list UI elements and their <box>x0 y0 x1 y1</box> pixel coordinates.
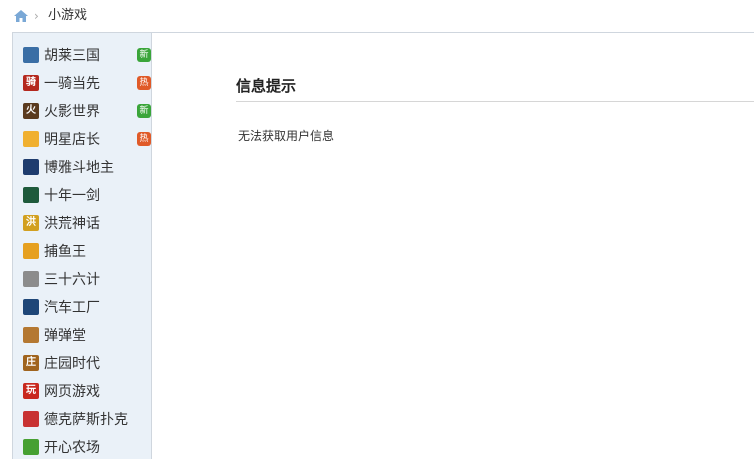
sidebar-item-label: 开心农场 <box>44 440 100 456</box>
sidebar-item[interactable]: 三十六计 <box>23 267 145 291</box>
game-sidebar: 胡莱三国新骑一骑当先热火火影世界新明星店长热博雅斗地主 十年一剑洪洪荒神话 捕鱼王三… <box>12 33 152 459</box>
sidebar-item-label: 十年一剑 <box>44 188 100 204</box>
sidebar-item[interactable]: 玩网页游戏 <box>23 379 145 403</box>
sidebar-item-label: 捕鱼王 <box>44 244 86 260</box>
breadcrumb-separator: › <box>34 9 39 23</box>
hulai-game-icon <box>23 47 39 63</box>
sidebar-item[interactable]: 开心农场 <box>23 435 145 459</box>
badge: 新 <box>137 48 151 62</box>
huoying-game-icon: 火 <box>23 103 39 119</box>
sanshiliuji-game-icon <box>23 271 39 287</box>
shopping-bag-icon <box>23 131 39 147</box>
sidebar-item-label: 弹弹堂 <box>44 328 86 344</box>
sidebar-item-label: 洪荒神话 <box>44 216 100 232</box>
sidebar-item-label: 胡莱三国 <box>44 48 100 64</box>
sidebar-item[interactable]: 德克萨斯扑克 <box>23 407 145 431</box>
sidebar-item[interactable]: 洪洪荒神话 <box>23 211 145 235</box>
sidebar-item[interactable]: 汽车工厂 <box>23 295 145 319</box>
doudizhu-game-icon <box>23 159 39 175</box>
sidebar-item-label: 德克萨斯扑克 <box>44 412 128 428</box>
sidebar-item-label: 火影世界 <box>44 104 100 120</box>
sidebar-item-label: 博雅斗地主 <box>44 160 114 176</box>
sidebar-item-label: 网页游戏 <box>44 384 100 400</box>
badge: 热 <box>137 132 151 146</box>
breadcrumb-current[interactable]: 小游戏 <box>48 7 87 25</box>
badge: 热 <box>137 76 151 90</box>
yiqi-game-icon: 骑 <box>23 75 39 91</box>
sidebar-item[interactable]: 博雅斗地主 <box>23 155 145 179</box>
sidebar-item-label: 明星店长 <box>44 132 100 148</box>
zhuangyuan-game-icon: 庄 <box>23 355 39 371</box>
sidebar-item[interactable]: 十年一剑 <box>23 183 145 207</box>
info-message: 无法获取用户信息 <box>238 129 335 143</box>
sidebar-item[interactable]: 火火影世界 新 <box>23 99 151 123</box>
title-divider <box>236 101 754 102</box>
badge: 新 <box>137 104 151 118</box>
sidebar-item-label: 汽车工厂 <box>44 300 100 316</box>
page-title: 信息提示 <box>236 77 297 95</box>
sidebar-item-label: 庄园时代 <box>44 356 100 372</box>
poker-game-icon <box>23 411 39 427</box>
sidebar-item[interactable]: 庄庄园时代 <box>23 351 145 375</box>
car-factory-game-icon <box>23 299 39 315</box>
sidebar-item[interactable]: 弹弹堂 <box>23 323 145 347</box>
breadcrumb: › 小游戏 <box>0 0 754 32</box>
web-game-icon: 玩 <box>23 383 39 399</box>
sidebar-item[interactable]: 骑一骑当先 热 <box>23 71 151 95</box>
sidebar-item-label: 一骑当先 <box>44 76 100 92</box>
sword-game-icon <box>23 187 39 203</box>
fish-game-icon <box>23 243 39 259</box>
sidebar-item[interactable]: 明星店长 热 <box>23 127 151 151</box>
home-icon[interactable] <box>13 8 29 24</box>
sidebar-item-label: 三十六计 <box>44 272 100 288</box>
dandantang-game-icon <box>23 327 39 343</box>
sidebar-item[interactable]: 捕鱼王 <box>23 239 145 263</box>
sprout-icon <box>23 439 39 455</box>
honghuang-game-icon: 洪 <box>23 215 39 231</box>
sidebar-item[interactable]: 胡莱三国 新 <box>23 43 151 67</box>
